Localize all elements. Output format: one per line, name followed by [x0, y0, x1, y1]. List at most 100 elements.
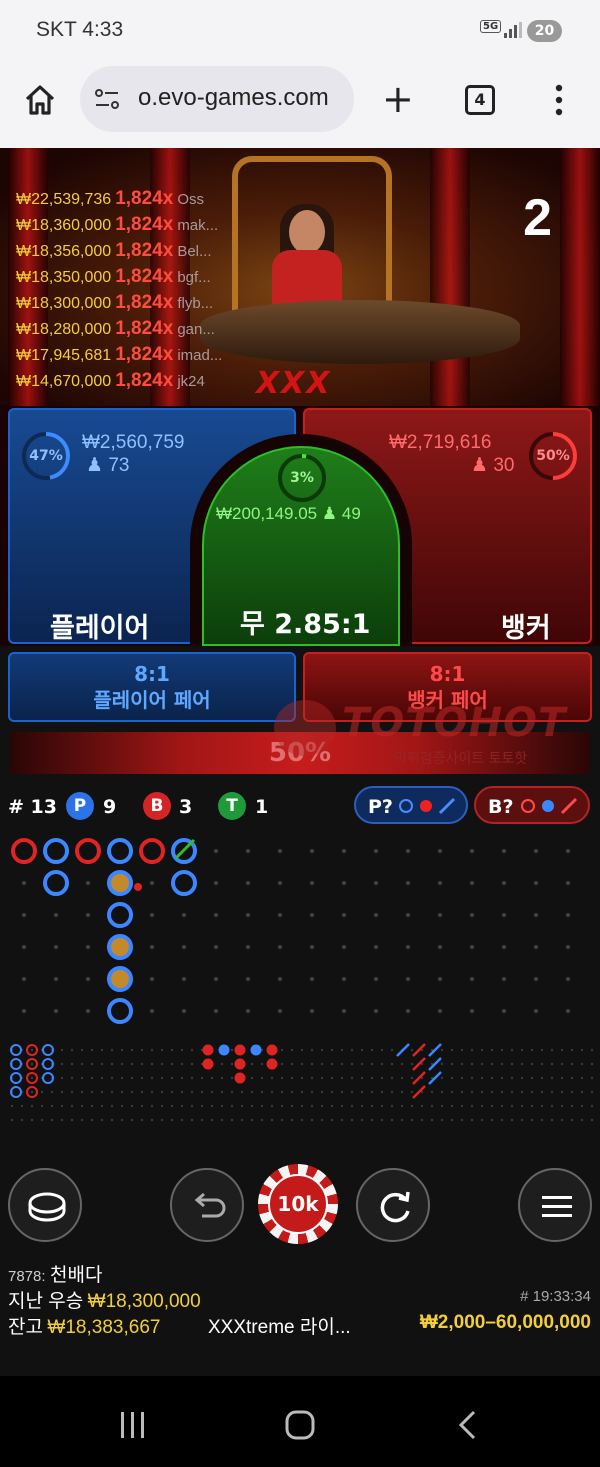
bead-ring — [107, 902, 133, 928]
grid-dot — [310, 1118, 314, 1122]
grid-dot — [80, 1048, 84, 1052]
grid-dot — [450, 1118, 454, 1122]
tie-badge: T — [218, 792, 246, 820]
chip-selector[interactable]: 10k — [258, 1164, 338, 1244]
grid-dot — [470, 881, 474, 885]
grid-dot — [406, 977, 410, 981]
system-navigation-bar — [0, 1376, 600, 1467]
game-id: # 19:33:34 — [520, 1288, 591, 1305]
grid-dot — [460, 1104, 464, 1108]
grid-dot — [590, 1048, 594, 1052]
grid-dot — [20, 1104, 24, 1108]
grid-dot — [250, 1076, 254, 1080]
grid-dot — [214, 849, 218, 853]
grid-dot — [374, 977, 378, 981]
grid-dot — [450, 1062, 454, 1066]
grid-dot — [240, 1104, 244, 1108]
grid-dot — [246, 881, 250, 885]
tie-bet-spot[interactable]: 3% ₩200,149.05 ♟ 49 무 2.85:1 — [202, 446, 400, 646]
battery-indicator: 20 — [527, 20, 562, 42]
grid-dot — [342, 913, 346, 917]
grid-dot — [580, 1076, 584, 1080]
grid-dot — [214, 881, 218, 885]
grid-dot — [190, 1090, 194, 1094]
grid-dot — [190, 1048, 194, 1052]
grid-dot — [70, 1062, 74, 1066]
small-road-dot — [266, 1058, 278, 1070]
undo-button[interactable] — [170, 1168, 244, 1242]
grid-dot — [380, 1076, 384, 1080]
grid-dot — [580, 1048, 584, 1052]
home-nav-icon[interactable] — [285, 1410, 315, 1440]
tab-count-button[interactable]: 4 — [465, 85, 495, 115]
cockroach-mark — [396, 1043, 410, 1057]
menu-button[interactable] — [518, 1168, 592, 1242]
grid-dot — [310, 849, 314, 853]
grid-dot — [534, 1009, 538, 1013]
player-badge: P — [66, 792, 94, 820]
grid-dot — [310, 1062, 314, 1066]
grid-dot — [70, 1104, 74, 1108]
small-road-dot — [218, 1044, 230, 1056]
grid-dot — [110, 1104, 114, 1108]
grid-dot — [550, 1090, 554, 1094]
grid-dot — [60, 1048, 64, 1052]
grid-dot — [420, 1118, 424, 1122]
player-ask-button[interactable]: P? — [354, 786, 468, 824]
site-settings-icon[interactable] — [94, 87, 120, 111]
address-bar[interactable]: o.evo-games.com — [80, 66, 354, 132]
watermark-logo — [274, 700, 336, 756]
back-icon[interactable] — [456, 1410, 478, 1440]
grid-dot — [580, 1104, 584, 1108]
bead-ring — [139, 838, 165, 864]
more-menu-icon[interactable] — [555, 84, 563, 116]
tie-bet-spot-frame: 3% ₩200,149.05 ♟ 49 무 2.85:1 — [190, 434, 412, 646]
watermark-title: TOTOHOT — [342, 700, 567, 746]
grid-dot — [400, 1090, 404, 1094]
grid-dot — [130, 1104, 134, 1108]
grid-dot — [320, 1048, 324, 1052]
grid-dot — [406, 1009, 410, 1013]
grid-dot — [530, 1076, 534, 1080]
grid-dot — [406, 849, 410, 853]
repeat-button[interactable] — [356, 1168, 430, 1242]
grid-dot — [480, 1090, 484, 1094]
grid-dot — [70, 1090, 74, 1094]
player-pair-bet-spot[interactable]: 8:1 플레이어 페어 — [8, 652, 296, 722]
grid-dot — [342, 977, 346, 981]
grid-dot — [580, 1118, 584, 1122]
small-road-dot — [234, 1072, 246, 1084]
grid-dot — [310, 1104, 314, 1108]
grid-dot — [22, 977, 26, 981]
grid-dot — [140, 1090, 144, 1094]
grid-dot — [410, 1104, 414, 1108]
grid-dot — [280, 1062, 284, 1066]
grid-dot — [566, 945, 570, 949]
grid-dot — [30, 1090, 34, 1094]
winner-row: ₩18,300,000 1,824x flyb... — [16, 292, 214, 313]
grid-dot — [566, 913, 570, 917]
new-tab-button[interactable]: + — [382, 80, 414, 118]
grid-dot — [310, 913, 314, 917]
grid-dot — [220, 1062, 224, 1066]
grid-dot — [86, 881, 90, 885]
small-road-dot — [234, 1044, 246, 1056]
grid-dot — [270, 1076, 274, 1080]
grid-dot — [438, 913, 442, 917]
grid-dot — [182, 977, 186, 981]
recent-apps-icon[interactable] — [118, 1412, 148, 1438]
grid-dot — [406, 945, 410, 949]
grid-dot — [300, 1104, 304, 1108]
banker-ask-button[interactable]: B? — [474, 786, 590, 824]
grid-dot — [220, 1076, 224, 1080]
last-win: 지난 우승 ₩18,300,000 — [8, 1291, 201, 1312]
grid-dot — [300, 1090, 304, 1094]
lobby-button[interactable] — [8, 1168, 82, 1242]
grid-dot — [30, 1104, 34, 1108]
chip-value: 10k — [268, 1174, 328, 1234]
grid-dot — [540, 1090, 544, 1094]
grid-dot — [500, 1076, 504, 1080]
grid-dot — [160, 1118, 164, 1122]
grid-dot — [406, 881, 410, 885]
home-icon[interactable] — [22, 82, 58, 118]
